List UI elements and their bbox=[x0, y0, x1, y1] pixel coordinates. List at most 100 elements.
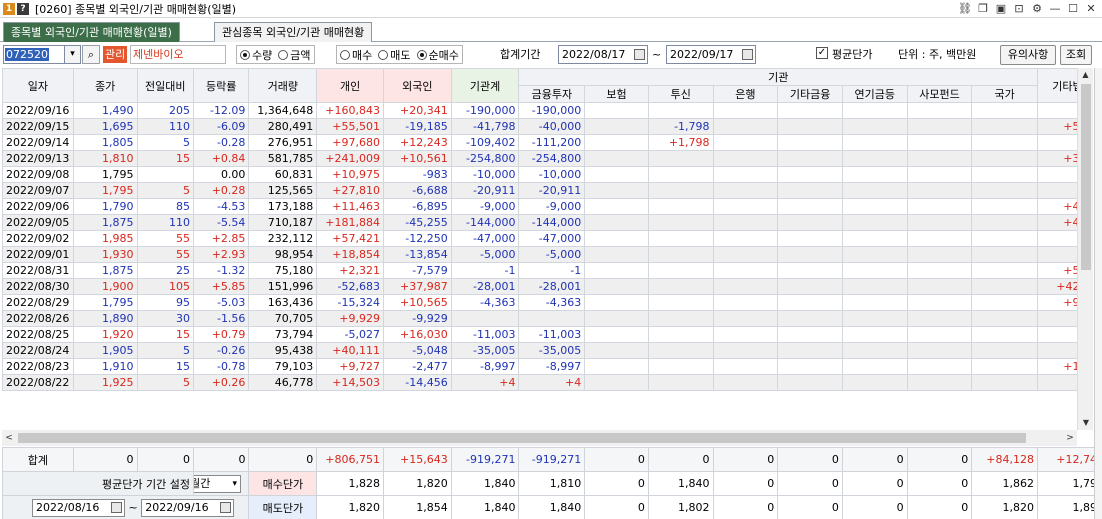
table-cell: -7,579 bbox=[382, 262, 452, 279]
table-row[interactable]: 2022/08/23 1,910 15 -0.78 79,103 +9,727 -2,477… bbox=[2, 358, 1077, 375]
col-individual[interactable]: 개인 bbox=[316, 68, 384, 103]
tab-watchlist-trading[interactable]: 관심종목 외국인/기관 매매현황 bbox=[214, 22, 373, 42]
scroll-left-icon[interactable]: < bbox=[2, 430, 16, 446]
radio-amount[interactable]: 금액 bbox=[278, 47, 311, 63]
radio-net-buy[interactable]: 순매수 bbox=[416, 47, 459, 63]
table-row[interactable]: 2022/09/14 1,805 5 -0.28 276,951 +97,680 +12,2… bbox=[2, 134, 1077, 151]
app-badge-icon[interactable]: 1 bbox=[3, 2, 15, 15]
col-nation[interactable]: 국가 bbox=[971, 85, 1039, 103]
stock-code-input[interactable]: 072520 bbox=[3, 45, 65, 64]
col-insurance[interactable]: 보험 bbox=[584, 85, 649, 103]
table-row[interactable]: 2022/08/26 1,890 30 -1.56 70,705 +9,929 -9,929 bbox=[2, 310, 1077, 327]
table-cell bbox=[777, 310, 843, 327]
col-close[interactable]: 종가 bbox=[72, 68, 138, 103]
calendar-icon[interactable] bbox=[111, 501, 122, 513]
col-change[interactable]: 전일대비 bbox=[136, 68, 194, 103]
table-row[interactable]: 2022/08/22 1,925 5 +0.26 46,778 +14,503 -14,45… bbox=[2, 374, 1077, 391]
query-button[interactable]: 조회 bbox=[1060, 45, 1092, 65]
table-row[interactable]: 2022/09/07 1,795 5 +0.28 125,565 +27,810 -6,68… bbox=[2, 182, 1077, 199]
table-row[interactable]: 2022/08/25 1,920 15 +0.79 73,794 -5,027 +16,03… bbox=[2, 326, 1077, 343]
table-row[interactable]: 2022/09/16 1,490 205 -12.09 1,364,648 +160,84… bbox=[2, 102, 1077, 119]
horizontal-scrollbar[interactable]: < > bbox=[2, 430, 1077, 446]
table-cell: 79,103 bbox=[248, 358, 318, 375]
calendar-icon[interactable] bbox=[634, 49, 645, 60]
table-cell: 1,795 bbox=[72, 166, 138, 183]
hscroll-thumb[interactable] bbox=[18, 433, 1026, 443]
radio-buy[interactable]: 매수 bbox=[340, 47, 372, 63]
col-bank[interactable]: 은행 bbox=[712, 85, 779, 103]
col-other-corp[interactable]: 기타법인 bbox=[1037, 68, 1077, 103]
table-cell bbox=[712, 294, 779, 311]
avg-end-date-input[interactable]: 2022/09/16 bbox=[141, 498, 235, 517]
search-icon[interactable]: ⌕ bbox=[82, 45, 100, 64]
lock-icon[interactable]: ⊡ bbox=[1012, 2, 1026, 16]
scroll-up-icon[interactable]: ▲ bbox=[1078, 68, 1093, 82]
table-cell: 173,188 bbox=[248, 198, 318, 215]
col-date[interactable]: 일자 bbox=[2, 68, 74, 103]
table-cell: 75,180 bbox=[248, 262, 318, 279]
maximize-icon[interactable]: ☐ bbox=[1066, 2, 1080, 16]
col-finance[interactable]: 금융투자 bbox=[518, 85, 586, 103]
table-cell: -1.32 bbox=[192, 262, 250, 279]
col-pension[interactable]: 연기금등 bbox=[841, 85, 908, 103]
help-icon[interactable]: ? bbox=[17, 2, 29, 15]
camera-icon[interactable]: ▣ bbox=[994, 2, 1008, 16]
table-cell: 1,985 bbox=[72, 230, 138, 247]
table-row[interactable]: 2022/08/24 1,905 5 -0.26 95,438 +40,111 -5,048… bbox=[2, 342, 1077, 359]
table-row[interactable]: 2022/09/05 1,875 110 -5.54 710,187 +181,884 -4… bbox=[2, 214, 1077, 231]
table-cell: +241,009 bbox=[316, 150, 384, 167]
gear-icon[interactable]: ⚙ bbox=[1030, 2, 1044, 16]
table-cell bbox=[777, 326, 843, 343]
notice-button[interactable]: 유의사항 bbox=[1000, 45, 1056, 65]
table-row[interactable]: 2022/09/08 1,795 0.00 60,831 +10,975 -983 -10,… bbox=[2, 166, 1077, 183]
col-inst-total[interactable]: 기관계 bbox=[450, 68, 520, 103]
table-cell bbox=[712, 326, 779, 343]
table-row[interactable]: 2022/08/30 1,900 105 +5.85 151,996 -52,683 +37… bbox=[2, 278, 1077, 295]
code-dropdown-icon[interactable]: ▾ bbox=[65, 45, 81, 64]
table-cell: -47,000 bbox=[518, 230, 586, 247]
tab-daily-trading[interactable]: 종목별 외국인/기관 매매현황(일별) bbox=[3, 22, 180, 42]
table-cell: 5 bbox=[136, 342, 194, 359]
close-icon[interactable]: ✕ bbox=[1084, 2, 1098, 16]
table-row[interactable]: 2022/09/01 1,930 55 +2.93 98,954 +18,854 -13,8… bbox=[2, 246, 1077, 263]
table-cell bbox=[841, 294, 908, 311]
calendar-icon[interactable] bbox=[220, 501, 232, 513]
calendar-icon[interactable] bbox=[742, 49, 753, 60]
table-cell: +0.28 bbox=[192, 182, 250, 199]
table-row[interactable]: 2022/09/06 1,790 85 -4.53 173,188 +11,463 -6,8… bbox=[2, 198, 1077, 215]
minimize-icon[interactable]: — bbox=[1048, 2, 1062, 16]
table-cell: -4,363 bbox=[450, 294, 520, 311]
link-icon[interactable]: ⛓ bbox=[958, 2, 972, 16]
avg-period-select[interactable]: 1개월간 bbox=[194, 474, 241, 493]
table-row[interactable]: 2022/09/02 1,985 55 +2.85 232,112 +57,421 -12,… bbox=[2, 230, 1077, 247]
table-cell: -254,800 bbox=[450, 150, 520, 167]
col-other-finance[interactable]: 기타금융 bbox=[777, 85, 843, 103]
table-row[interactable]: 2022/08/31 1,875 25 -1.32 75,180 +2,321 -7,579… bbox=[2, 262, 1077, 279]
end-date-input[interactable]: 2022/09/17 bbox=[666, 45, 756, 64]
table-row[interactable]: 2022/09/15 1,695 110 -6.09 280,491 +55,501 -19… bbox=[2, 118, 1077, 135]
col-foreign[interactable]: 외국인 bbox=[382, 68, 452, 103]
col-trust[interactable]: 투신 bbox=[647, 85, 714, 103]
avg-price-checkbox[interactable]: ✓ bbox=[816, 47, 828, 59]
scroll-thumb[interactable] bbox=[1081, 84, 1091, 270]
avg-start-date-input[interactable]: 2022/08/16 bbox=[32, 498, 125, 517]
table-row[interactable]: 2022/08/29 1,795 95 -5.03 163,436 -15,324 +10,… bbox=[2, 294, 1077, 311]
radio-quantity[interactable]: 수량 bbox=[240, 47, 272, 63]
col-volume[interactable]: 거래량 bbox=[248, 68, 318, 103]
table-cell: -0.78 bbox=[192, 358, 250, 375]
scroll-down-icon[interactable]: ▼ bbox=[1078, 416, 1094, 430]
copy-icon[interactable]: ❐ bbox=[976, 2, 990, 16]
table-cell: 1,810 bbox=[72, 150, 138, 167]
table-row[interactable]: 2022/09/13 1,810 15 +0.84 581,785 +241,009 +10… bbox=[2, 150, 1077, 167]
col-private-fund[interactable]: 사모펀드 bbox=[906, 85, 973, 103]
radio-sell[interactable]: 매도 bbox=[378, 47, 411, 63]
vertical-scrollbar[interactable]: ▲ ▼ bbox=[1077, 68, 1093, 430]
col-rate[interactable]: 등락률 bbox=[192, 68, 250, 103]
sell-avg-cell: 1,840 bbox=[518, 495, 586, 519]
table-cell bbox=[647, 214, 714, 231]
table-cell bbox=[584, 374, 649, 391]
start-date-input[interactable]: 2022/08/17 bbox=[558, 45, 648, 64]
table-cell: +12,243 bbox=[382, 134, 452, 151]
table-cell: 2022/09/06 bbox=[2, 198, 74, 215]
scroll-right-icon[interactable]: > bbox=[1063, 430, 1077, 446]
